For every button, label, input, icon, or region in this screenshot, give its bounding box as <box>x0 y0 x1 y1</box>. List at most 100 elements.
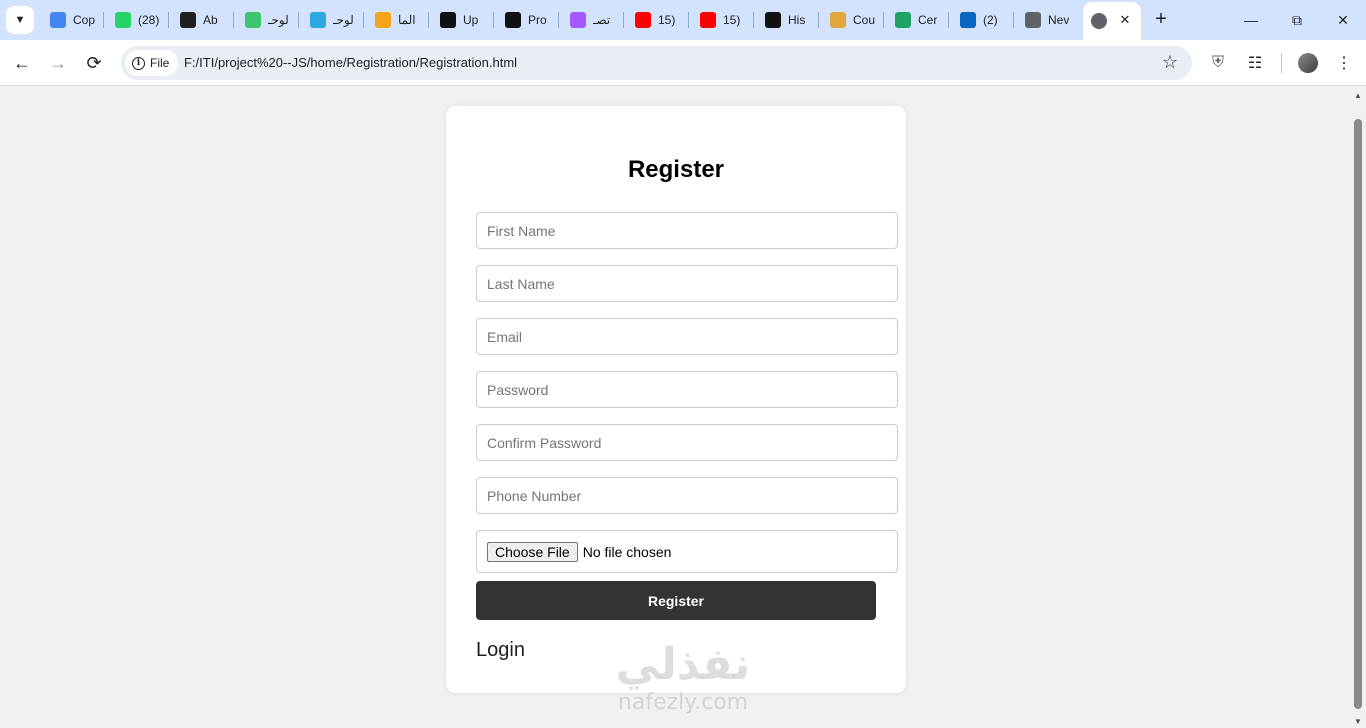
k-logo-icon <box>245 12 261 28</box>
minimize-button[interactable]: — <box>1228 6 1274 34</box>
tab-title: Cop <box>73 13 96 27</box>
tab-item[interactable]: 15) <box>692 6 750 34</box>
registration-card: Register Choose File No file chosen Regi… <box>446 106 906 693</box>
tab-item[interactable]: Cer <box>887 6 945 34</box>
tab-separator <box>558 12 559 28</box>
tab-separator <box>688 12 689 28</box>
site-info-label: File <box>150 56 170 70</box>
back-button[interactable]: ← <box>8 49 36 77</box>
restore-button[interactable]: ⧉ <box>1274 6 1320 34</box>
tab-title: لوحـ <box>333 13 354 27</box>
tab-strip: ▼ Cop (28) Ab لوحـ لوحـ الما Up Pro تصـ 15) 15) His… <box>0 0 1366 40</box>
password-input[interactable] <box>476 371 898 408</box>
tab-item[interactable]: Cou <box>822 6 880 34</box>
scroll-down-icon[interactable]: ▼ <box>1354 717 1362 726</box>
tab-item[interactable]: Ab <box>172 6 230 34</box>
file-upload-field: Choose File No file chosen <box>476 530 898 573</box>
page-title: Register <box>627 156 725 183</box>
tab-item[interactable]: Cop <box>42 6 100 34</box>
tab-item[interactable]: His <box>757 6 815 34</box>
first-name-input[interactable] <box>476 212 898 249</box>
tab-title: His <box>788 13 806 27</box>
chrome-icon <box>1025 12 1041 28</box>
tab-item[interactable]: لوحـ <box>302 6 360 34</box>
toolbar-divider <box>1281 53 1282 73</box>
email-input[interactable] <box>476 318 898 355</box>
tab-title: Nev <box>1048 13 1070 27</box>
tab-title: 15) <box>723 13 741 27</box>
tab-separator <box>168 12 169 28</box>
last-name-input[interactable] <box>476 265 898 302</box>
upwork-icon <box>765 12 781 28</box>
tab-item[interactable]: تصـ <box>562 6 620 34</box>
close-icon[interactable]: ✕ <box>1116 11 1134 29</box>
site-info-chip[interactable]: i File <box>125 50 179 76</box>
tab-item[interactable]: Up <box>432 6 490 34</box>
phone-number-input[interactable] <box>476 477 898 514</box>
reload-button[interactable]: ⟳ <box>80 49 108 77</box>
login-link[interactable]: Login <box>476 639 525 662</box>
page-scrollbar[interactable]: ▲ ▼ <box>1351 87 1366 728</box>
google-drive-icon <box>895 12 911 28</box>
tab-title: لوحـ <box>268 13 289 27</box>
tab-title: Pro <box>528 13 547 27</box>
tab-separator <box>623 12 624 28</box>
scroll-up-icon[interactable]: ▲ <box>1354 91 1362 100</box>
tab-title: الما <box>398 13 416 27</box>
register-button[interactable]: Register <box>476 581 876 620</box>
linkedin-icon <box>960 12 976 28</box>
file-status-text: No file chosen <box>582 543 672 560</box>
tab-separator <box>818 12 819 28</box>
tab-separator <box>233 12 234 28</box>
youtube-icon <box>700 12 716 28</box>
tab-separator <box>753 12 754 28</box>
tab-item[interactable]: 15) <box>627 6 685 34</box>
tab-separator <box>1013 12 1014 28</box>
tab-separator <box>493 12 494 28</box>
tab-separator <box>883 12 884 28</box>
tab-title: 15) <box>658 13 676 27</box>
tab-item[interactable]: Nev <box>1017 6 1075 34</box>
tab-item[interactable]: الما <box>367 6 425 34</box>
extensions-icon[interactable]: ☷ <box>1243 51 1267 75</box>
profile-avatar[interactable] <box>1298 53 1318 73</box>
tab-title: Up <box>463 13 479 27</box>
confirm-password-input[interactable] <box>476 424 898 461</box>
youtube-icon <box>635 12 651 28</box>
github-icon <box>180 12 196 28</box>
globe-icon <box>1091 13 1107 29</box>
tab-title: Cou <box>853 13 876 27</box>
url-text[interactable]: F:/ITI/project%20--JS/home/Registration/… <box>184 55 517 70</box>
tab-separator <box>298 12 299 28</box>
tab-title: Ab <box>203 13 218 27</box>
address-bar[interactable]: i File F:/ITI/project%20--JS/home/Regist… <box>121 46 1192 80</box>
tab-title: (28) <box>138 13 160 27</box>
tab-item[interactable]: (2) <box>952 6 1010 34</box>
figma-icon <box>570 12 586 28</box>
new-tab-button[interactable]: + <box>1150 8 1172 30</box>
tab-search-button[interactable]: ▼ <box>6 6 34 34</box>
tab-active[interactable]: ✕ <box>1083 2 1141 40</box>
whatsapp-icon <box>115 12 131 28</box>
menu-kebab-icon[interactable]: ⋮ <box>1332 51 1356 75</box>
tab-separator <box>428 12 429 28</box>
tab-separator <box>363 12 364 28</box>
tab-title: تصـ <box>593 13 611 27</box>
circle-logo-icon <box>310 12 326 28</box>
person-icon <box>830 12 846 28</box>
choose-file-button[interactable]: Choose File <box>487 541 578 562</box>
info-icon: i <box>132 56 145 70</box>
chevron-down-icon: ▼ <box>14 14 26 26</box>
forward-button[interactable]: → <box>44 49 72 77</box>
shield-icon[interactable]: ⛨ <box>1206 51 1230 75</box>
close-window-button[interactable]: ✕ <box>1320 6 1366 34</box>
upwork-icon <box>505 12 521 28</box>
tab-item[interactable]: لوحـ <box>237 6 295 34</box>
scroll-thumb[interactable] <box>1354 119 1362 709</box>
tab-separator <box>948 12 949 28</box>
google-docs-icon <box>50 12 66 28</box>
tab-item[interactable]: (28) <box>107 6 165 34</box>
tab-item[interactable]: Pro <box>497 6 555 34</box>
browser-toolbar: ← → ⟳ i File F:/ITI/project%20--JS/home/… <box>0 40 1366 86</box>
bookmark-star-icon[interactable]: ☆ <box>1162 52 1178 72</box>
